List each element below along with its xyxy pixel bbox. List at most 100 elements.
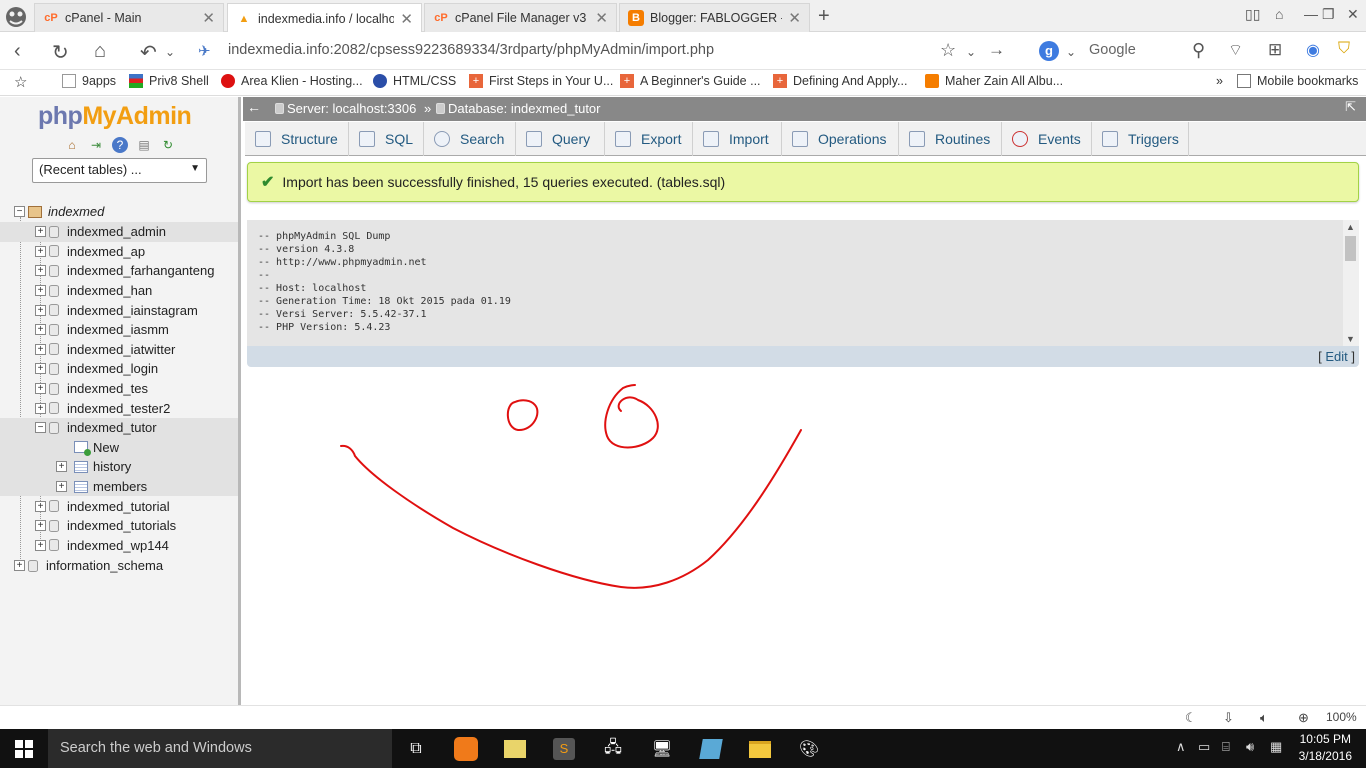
url-field[interactable]: indexmedia.info:2082/cpsess9223689334/3r…: [228, 42, 714, 58]
tree-node-database[interactable]: + indexmed_tutorials: [0, 516, 238, 536]
collapse-icon[interactable]: −: [35, 422, 46, 434]
expand-icon[interactable]: +: [35, 304, 46, 316]
scrollbar-thumb[interactable]: [1345, 236, 1356, 261]
expand-icon[interactable]: +: [35, 265, 46, 277]
tree-node-database[interactable]: − indexmed_tutor: [0, 418, 238, 438]
scroll-up-icon[interactable]: ▲: [1346, 222, 1355, 232]
show-hidden-icons[interactable]: ∧: [1176, 739, 1186, 755]
close-icon[interactable]: ✕: [400, 10, 413, 28]
download-icon[interactable]: ⇩: [1223, 710, 1234, 726]
collapse-icon[interactable]: −: [14, 206, 25, 218]
bookmark-star-icon[interactable]: ☆: [14, 73, 27, 91]
expand-icon[interactable]: +: [35, 383, 46, 395]
zoom-icon[interactable]: ⊕: [1298, 710, 1309, 726]
sql-dump-preview[interactable]: -- phpMyAdmin SQL Dump -- version 4.3.8 …: [247, 220, 1359, 346]
sidebar-toggle-icon[interactable]: ▯▯: [1245, 6, 1260, 23]
night-mode-icon[interactable]: ☾: [1185, 710, 1197, 726]
zoom-level[interactable]: 100%: [1326, 710, 1357, 724]
bookmark-priv8-shell[interactable]: Priv8 Shell: [129, 74, 209, 88]
remote-desktop-icon[interactable]: 🖥︎: [647, 735, 677, 763]
tree-node-information-schema[interactable]: + information_schema: [0, 556, 238, 576]
uc-browser-logo-icon[interactable]: [2, 2, 30, 30]
scrollbar[interactable]: ▲ ▼: [1343, 220, 1359, 346]
tree-node-database[interactable]: + indexmed_iasmm: [0, 320, 238, 340]
tab-routines[interactable]: Routines: [899, 122, 1002, 156]
expand-icon[interactable]: +: [14, 560, 25, 572]
search-icon[interactable]: ⚲: [1192, 40, 1205, 61]
tab-export[interactable]: Export: [605, 122, 693, 156]
uc-browser-app-icon[interactable]: [451, 735, 481, 763]
tree-node-database[interactable]: + indexmed_wp144: [0, 536, 238, 556]
bookmark-defining[interactable]: + Defining And Apply...: [773, 74, 907, 88]
tab-search[interactable]: Search: [424, 122, 516, 156]
bookmark-area-klien[interactable]: Area Klien - Hosting...: [221, 74, 363, 88]
star-icon[interactable]: ☆: [940, 40, 956, 61]
phpmyadmin-logo[interactable]: phpMyAdmin: [38, 102, 192, 131]
tree-node-database[interactable]: + indexmed_farhanganteng: [0, 261, 238, 281]
expand-icon[interactable]: +: [56, 481, 67, 493]
tab-triggers[interactable]: Triggers: [1092, 122, 1189, 156]
edit-label[interactable]: Edit: [1325, 349, 1347, 364]
tab-events[interactable]: Events: [1002, 122, 1092, 156]
collapse-top-icon[interactable]: ⇱: [1345, 99, 1356, 115]
tree-node-database[interactable]: + indexmed_ap: [0, 242, 238, 262]
expand-icon[interactable]: +: [35, 343, 46, 355]
start-button[interactable]: [0, 729, 48, 768]
expand-icon[interactable]: +: [35, 324, 46, 336]
input-method-icon[interactable]: ▦: [1270, 739, 1282, 755]
tab-import[interactable]: Import: [693, 122, 782, 156]
tab-cpanel-main[interactable]: cP cPanel - Main ✕: [34, 3, 224, 32]
recent-tables-select[interactable]: (Recent tables) ... ▼: [32, 158, 207, 183]
system-clock[interactable]: 10:05 PM 3/18/2016: [1299, 731, 1352, 765]
go-arrow-icon[interactable]: →: [988, 40, 1005, 60]
chevron-down-icon[interactable]: ⌄: [165, 45, 175, 59]
wifi-icon[interactable]: ⌔: [1228, 40, 1243, 60]
apps-icon[interactable]: ⊞: [1268, 40, 1282, 60]
tree-node-new-table[interactable]: New: [0, 437, 238, 458]
task-view-icon[interactable]: ⧉: [401, 735, 431, 763]
tree-node-database[interactable]: + indexmed_tester2: [0, 398, 238, 418]
volume-icon[interactable]: 🔈︎: [1260, 710, 1268, 726]
home-icon[interactable]: ⌂: [94, 40, 106, 63]
reload-icon[interactable]: ↻: [160, 137, 176, 153]
tab-operations[interactable]: Operations: [782, 122, 899, 156]
tree-node-database[interactable]: + indexmed_han: [0, 281, 238, 301]
reload-icon[interactable]: ↻: [52, 40, 69, 65]
breadcrumb-server[interactable]: Server: localhost:3306: [275, 101, 416, 116]
close-icon[interactable]: ✕: [595, 9, 608, 27]
undo-icon[interactable]: ↶: [140, 40, 157, 65]
logout-icon[interactable]: ⇥: [88, 137, 104, 153]
help-icon[interactable]: ?: [112, 137, 128, 153]
expand-icon[interactable]: +: [56, 461, 67, 473]
sync-icon[interactable]: ◉: [1306, 40, 1320, 60]
expand-icon[interactable]: +: [35, 539, 46, 551]
collapse-nav-icon[interactable]: ←: [247, 99, 261, 115]
tree-node-indexmed[interactable]: − indexmed: [0, 202, 238, 222]
tab-phpmyadmin[interactable]: ▲ indexmedia.info / localho ✕: [227, 3, 422, 33]
bookmark-html-css[interactable]: HTML/CSS: [373, 74, 456, 88]
mobile-bookmarks[interactable]: Mobile bookmarks: [1237, 74, 1358, 88]
tab-cpanel-file-manager[interactable]: cP cPanel File Manager v3 ✕: [424, 3, 617, 32]
tab-sql[interactable]: SQL: [349, 122, 424, 156]
tree-node-database[interactable]: + indexmed_tes: [0, 379, 238, 399]
expand-icon[interactable]: +: [35, 245, 46, 257]
skin-icon[interactable]: ⌂: [1275, 6, 1283, 22]
expand-icon[interactable]: +: [35, 363, 46, 375]
tree-node-database[interactable]: + indexmed_tutorial: [0, 496, 238, 516]
minimize-icon[interactable]: —: [1304, 6, 1318, 22]
notes-app-icon[interactable]: [500, 735, 530, 763]
search-engine-icon[interactable]: g: [1039, 41, 1059, 61]
paint-app-icon[interactable]: 🎨︎: [794, 735, 824, 763]
books-app-icon[interactable]: [696, 735, 726, 763]
expand-icon[interactable]: +: [35, 500, 46, 512]
scroll-down-icon[interactable]: ▼: [1346, 334, 1355, 344]
adblock-icon[interactable]: ⛉: [1338, 40, 1350, 58]
expand-icon[interactable]: +: [35, 226, 46, 238]
expand-icon[interactable]: +: [35, 402, 46, 414]
bookmark-beginners-guide[interactable]: + A Beginner's Guide ...: [620, 74, 761, 88]
back-icon[interactable]: ‹: [14, 40, 21, 63]
battery-icon[interactable]: ▭: [1198, 739, 1210, 755]
tree-node-database[interactable]: + indexmed_admin: [0, 222, 238, 242]
bookmarks-overflow-icon[interactable]: »: [1216, 74, 1223, 88]
taskbar-search[interactable]: Search the web and Windows: [48, 729, 392, 768]
